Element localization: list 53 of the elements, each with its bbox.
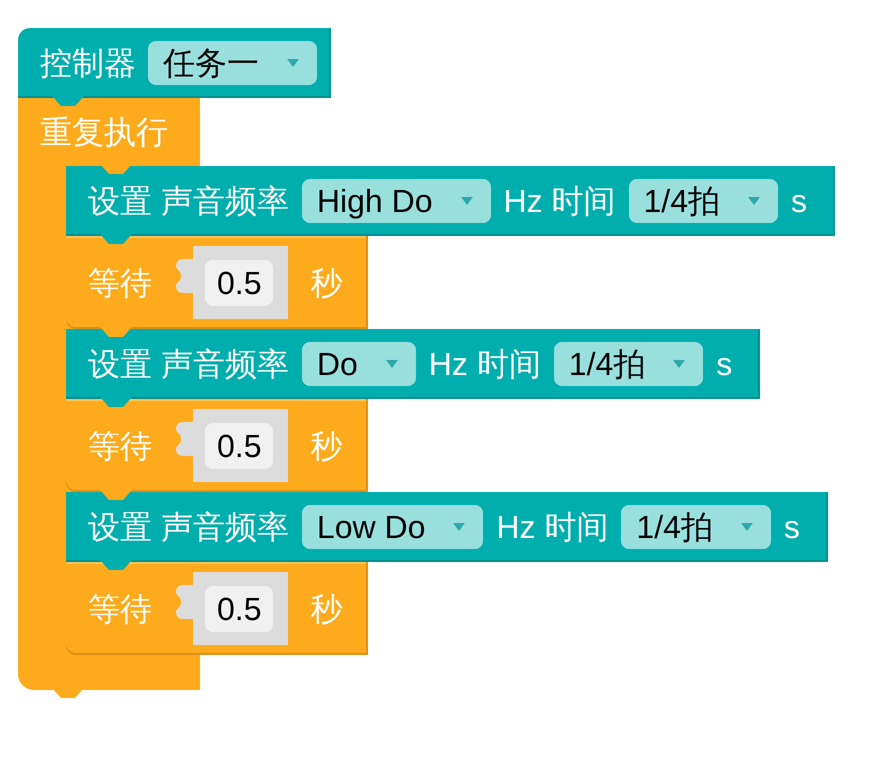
controller-block[interactable]: 控制器 任务一	[18, 28, 331, 98]
caret-icon	[460, 197, 472, 205]
caret-icon	[740, 523, 753, 531]
caret-icon	[386, 360, 398, 368]
number-field[interactable]: 0.5	[205, 260, 274, 306]
dropdown[interactable]: 1/4拍	[628, 179, 778, 223]
connector-tab	[52, 688, 84, 698]
connector-tab	[100, 397, 132, 407]
wait-block[interactable]: 等待 0.5 秒	[66, 399, 368, 492]
number-field[interactable]: 0.5	[205, 586, 274, 632]
set-tone-block[interactable]: 设置 声音频率 High Do Hz 时间 1/4拍 s	[66, 166, 835, 236]
wait-block[interactable]: 等待 0.5 秒	[66, 562, 368, 655]
block-label: 重复执行	[40, 116, 168, 148]
caret-icon	[748, 197, 760, 205]
block-label: s	[790, 185, 807, 217]
dropdown[interactable]: High Do	[302, 179, 490, 223]
socket-tab-icon	[174, 259, 194, 293]
connector-tab	[100, 490, 132, 500]
socket-tab-icon	[174, 422, 194, 456]
dropdown[interactable]: 任务一	[148, 41, 317, 85]
dropdown[interactable]: Low Do	[302, 505, 484, 549]
dropdown[interactable]: 1/4拍	[554, 342, 704, 386]
block-label: 等待	[88, 430, 152, 462]
block-label: s	[716, 348, 732, 380]
connector-tab	[100, 560, 132, 570]
block-label: Hz 时间	[504, 185, 616, 217]
connector-tab	[100, 234, 132, 244]
block-label: 秒	[310, 266, 342, 298]
block-label: 等待	[88, 266, 152, 298]
set-tone-block[interactable]: 设置 声音频率 Do Hz 时间 1/4拍 s	[66, 329, 760, 399]
connector-tab	[100, 164, 132, 174]
block-label: 等待	[88, 592, 152, 624]
dropdown[interactable]: Do	[302, 342, 416, 386]
block-label: 秒	[310, 592, 342, 624]
block-label: 设置 声音频率	[88, 348, 289, 380]
number-field[interactable]: 0.5	[205, 422, 274, 468]
repeat-block[interactable]: 重复执行 设置 声音频率 High Do Hz 时间 1/4拍 s 等待 0.5 秒 设置 声音频率 Do Hz 时间 1/4拍 s 等待 0.5 秒 设置 声音频率 Low Do Hz 时间 1/4拍 s 等待 0.5 秒	[18, 98, 835, 690]
block-label: 设置 声音频率	[88, 511, 289, 543]
caret-icon	[453, 523, 466, 531]
dropdown[interactable]: 1/4拍	[621, 505, 771, 549]
block-label: s	[784, 511, 800, 543]
connector-tab	[52, 96, 84, 106]
caret-icon	[287, 59, 299, 67]
wait-block[interactable]: 等待 0.5 秒	[66, 236, 368, 329]
connector-tab	[100, 327, 132, 337]
block-label: 设置 声音频率	[88, 185, 289, 217]
block-label: Hz 时间	[428, 348, 541, 380]
socket-tab-icon	[174, 585, 194, 619]
block-label: 控制器	[40, 47, 136, 79]
caret-icon	[673, 360, 686, 368]
block-label: 秒	[310, 430, 342, 462]
block-label: Hz 时间	[496, 511, 608, 543]
set-tone-block[interactable]: 设置 声音频率 Low Do Hz 时间 1/4拍 s	[66, 492, 828, 562]
